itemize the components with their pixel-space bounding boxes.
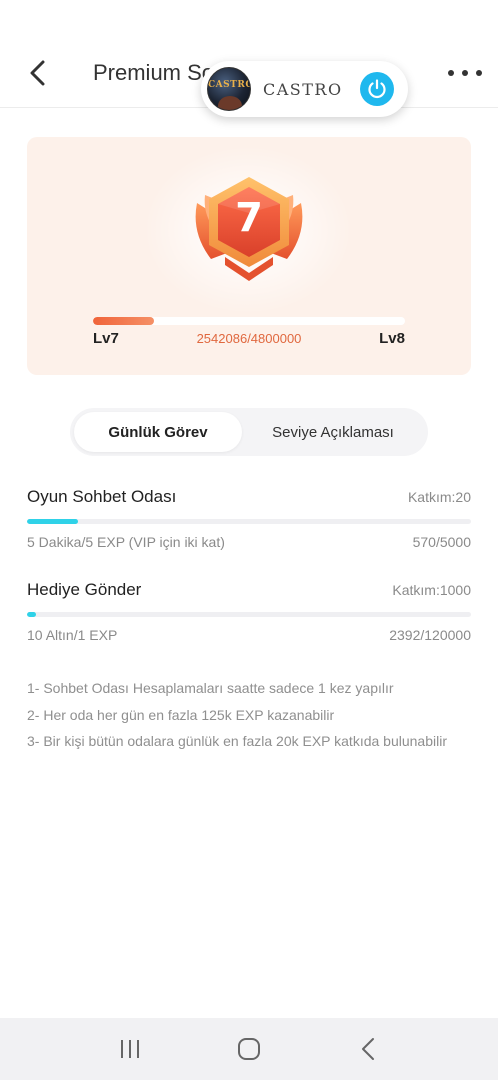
badge-level-number: 7 [235, 195, 263, 241]
power-icon [368, 79, 386, 99]
more-dot [476, 70, 482, 76]
task-title: Oyun Sohbet Odası [27, 487, 177, 506]
next-level-label: Lv8 [379, 330, 405, 347]
nav-home-button[interactable] [229, 1029, 269, 1069]
system-navigation-bar [0, 1018, 498, 1080]
task-count: 570/5000 [412, 534, 471, 550]
tab-switcher: Günlük Görev Seviye Açıklaması [70, 408, 428, 456]
task-count: 2392/120000 [389, 627, 471, 643]
level-progress-bar [93, 317, 405, 325]
task-description: 5 Dakika/5 EXP (VIP için iki kat) [27, 534, 225, 550]
note-line: 2- Her oda her gün en fazla 125k EXP kaz… [27, 706, 335, 723]
room-brand-name: CASTRO [263, 79, 343, 99]
nav-back-button[interactable] [348, 1029, 388, 1069]
task-progress-fill [27, 612, 36, 617]
home-icon [237, 1038, 260, 1060]
avatar-figure [218, 96, 242, 110]
note-line: 3- Bir kişi bütün odalara günlük en fazl… [27, 733, 447, 749]
tab-level-description[interactable]: Seviye Açıklaması [242, 412, 424, 452]
level-badge: 7 [189, 173, 309, 285]
back-icon [362, 1038, 375, 1060]
note-line: 1- Sohbet Odası Hesaplamaları saatte sad… [27, 680, 394, 696]
task-title: Hediye Gönder [27, 580, 142, 599]
level-card: 7 Lv7 2542086/4800000 Lv8 [27, 137, 471, 375]
task-contribution: Katkım:20 [407, 489, 471, 505]
power-button[interactable] [360, 72, 394, 106]
recents-icon [120, 1040, 139, 1058]
avatar-logo-text: CASTRO [208, 80, 251, 90]
task-item: Hediye Gönder Katkım:1000 10 Altın/1 EXP… [27, 580, 471, 643]
back-button[interactable] [22, 58, 52, 88]
level-progress-fill [93, 317, 155, 325]
task-progress-bar [27, 519, 471, 524]
more-dot [462, 70, 468, 76]
tab-daily-tasks[interactable]: Günlük Görev [74, 412, 242, 452]
more-dot [448, 70, 454, 76]
nav-recents-button[interactable] [110, 1029, 150, 1069]
chevron-left-icon [30, 60, 45, 86]
task-progress-fill [27, 519, 78, 524]
floating-room-widget[interactable]: CASTRO CASTRO [201, 61, 408, 117]
page-title: Premium So [93, 60, 215, 85]
more-options-button[interactable] [448, 60, 482, 86]
task-item: Oyun Sohbet Odası Katkım:20 5 Dakika/5 E… [27, 487, 471, 550]
rules-notes: 1- Sohbet Odası Hesaplamaları saatte sad… [27, 675, 467, 755]
task-description: 10 Altın/1 EXP [27, 627, 118, 643]
task-progress-bar [27, 612, 471, 617]
task-contribution: Katkım:1000 [392, 582, 471, 598]
room-avatar[interactable]: CASTRO [207, 67, 251, 111]
